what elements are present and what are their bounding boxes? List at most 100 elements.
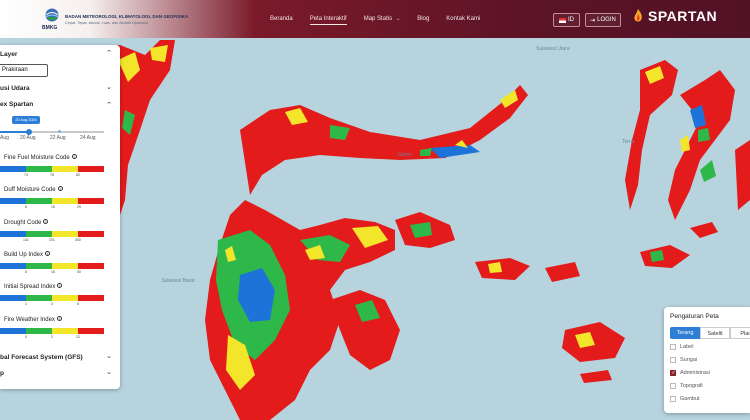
- map-label-sulawesi-utara: Sulawesi Utara: [536, 46, 570, 52]
- nav-map-statis[interactable]: Map Statis ⌄: [364, 14, 401, 24]
- chevron-down-icon[interactable]: ⌄: [106, 352, 112, 360]
- nav-kontak-kami[interactable]: Kontak Kami: [446, 14, 480, 24]
- index-legend-bar: [0, 328, 104, 334]
- legend-tick: 300: [75, 238, 81, 242]
- index-label: Build Up Index: [4, 252, 44, 258]
- legend-tick: 2: [51, 335, 53, 339]
- tab-plain[interactable]: Plai: [730, 327, 750, 339]
- section-polusi-udara[interactable]: usi Udara: [0, 85, 30, 92]
- section-gfs[interactable]: bal Forecast System (GFS): [0, 354, 83, 361]
- checkbox[interactable]: [670, 396, 676, 402]
- agency-name: BADAN METEOROLOGI, KLIMATOLOGI, DAN GEOF…: [65, 14, 189, 19]
- legend-tick: 6: [25, 205, 27, 209]
- option-text: Topografi: [680, 383, 703, 389]
- checkbox[interactable]: [670, 383, 676, 389]
- index-label: Fine Fuel Moisture Code: [4, 155, 70, 161]
- checkbox[interactable]: [670, 357, 676, 363]
- north-sulawesi-arm: [240, 85, 528, 195]
- slider-date-label: 24 Aug: [80, 135, 96, 141]
- language-label: ID: [568, 17, 574, 23]
- spartan-brand[interactable]: SPARTAN: [632, 8, 717, 24]
- map-settings-panel: Pengaturan Peta Terang Satelit Plai Labe…: [664, 307, 750, 413]
- chevron-down-icon[interactable]: ⌄: [106, 83, 112, 91]
- info-icon[interactable]: i: [57, 283, 63, 288]
- checkbox-checked[interactable]: [670, 370, 676, 376]
- section-index-spartan[interactable]: ex Spartan: [0, 101, 33, 108]
- map-label-gorontalo: Goron: [398, 152, 412, 158]
- legend-tick: 73: [24, 173, 28, 177]
- chevron-up-icon[interactable]: ⌃: [106, 49, 112, 57]
- date-bubble: 20 Aug 2024: [12, 116, 40, 124]
- legend-tick: 12: [76, 335, 80, 339]
- legend-tick: 78: [50, 173, 54, 177]
- indonesia-flag-icon: [559, 17, 566, 23]
- slider-date-label: Aug: [0, 135, 9, 141]
- chevron-up-icon[interactable]: ⌃: [106, 101, 112, 109]
- info-icon[interactable]: i: [45, 251, 51, 256]
- agency-tagline: Cepat, Tepat, Akurat, Luas, dan Mudah Di…: [65, 21, 149, 25]
- map-label-sulawesi-barat: Sulawesi Barat: [161, 278, 195, 284]
- index-label: Duff Moisture Code: [4, 187, 56, 193]
- chevron-down-icon[interactable]: ⌄: [106, 368, 112, 376]
- index-name: Drought Code i: [4, 219, 49, 226]
- settings-title: Pengaturan Peta: [670, 313, 719, 320]
- layer-select[interactable]: Prakiraan: [0, 64, 48, 77]
- index-label: Fire Weather Index: [4, 317, 55, 323]
- nav-peta-interaktif[interactable]: Peta Interaktif: [309, 14, 347, 25]
- language-button[interactable]: ID: [553, 13, 580, 27]
- bmkg-logo-label: BMKG: [42, 25, 58, 31]
- option-text: Gambut: [680, 396, 700, 402]
- legend-tick: 82: [76, 173, 80, 177]
- slider-tick: [58, 130, 61, 133]
- spartan-flame-icon: [634, 9, 642, 22]
- index-legend-bar: [0, 198, 104, 204]
- info-icon[interactable]: i: [56, 316, 62, 321]
- index-name: Duff Moisture Code i: [4, 186, 63, 193]
- login-button[interactable]: ⇥ LOGIN: [585, 13, 621, 27]
- legend-tick: 16: [51, 270, 55, 274]
- nav-map-statis-label: Map Statis: [363, 16, 393, 22]
- nav-beranda[interactable]: Beranda: [270, 14, 293, 24]
- option-topografi[interactable]: Topografi: [670, 383, 703, 389]
- info-icon[interactable]: i: [43, 219, 49, 224]
- info-icon[interactable]: i: [71, 154, 77, 159]
- index-label: Drought Code: [4, 220, 42, 226]
- layer-title: Layer: [0, 51, 18, 58]
- legend-tick: 0: [25, 335, 27, 339]
- login-icon: ⇥: [590, 17, 596, 24]
- option-gambut[interactable]: Gambut: [670, 396, 700, 402]
- index-name: Fine Fuel Moisture Code i: [4, 154, 77, 161]
- legend-tick: 141: [23, 238, 29, 242]
- legend-tick: 3: [51, 302, 53, 306]
- tab-satelit[interactable]: Satelit: [700, 327, 730, 339]
- top-navbar: BMKG BADAN METEOROLOGI, KLIMATOLOGI, DAN…: [0, 0, 750, 38]
- login-label: LOGIN: [597, 17, 616, 23]
- layer-panel: Layer ⌃ Prakiraan usi Udara ⌄ ex Spartan…: [0, 45, 120, 389]
- nav-blog[interactable]: Blog: [417, 14, 429, 24]
- section-map[interactable]: p: [0, 370, 4, 377]
- option-text: Administrasi: [680, 370, 710, 376]
- option-text: Label: [680, 344, 694, 350]
- checkbox[interactable]: [670, 344, 676, 350]
- date-slider-fill: [0, 131, 28, 133]
- legend-tick: 201: [49, 238, 55, 242]
- info-icon[interactable]: i: [57, 186, 63, 191]
- legend-tick: 30: [77, 270, 81, 274]
- legend-tick: 6: [77, 302, 79, 306]
- bmkg-logo-icon[interactable]: [42, 8, 62, 22]
- legend-tick: 15: [51, 205, 55, 209]
- index-legend-bar: [0, 166, 104, 172]
- spartan-logo-text: SPARTAN: [648, 8, 718, 24]
- tab-terang[interactable]: Terang: [670, 327, 700, 339]
- option-sungai[interactable]: Sungai: [670, 357, 697, 363]
- index-label: Initial Spread Index: [4, 284, 56, 290]
- option-administrasi[interactable]: Administrasi: [670, 370, 710, 376]
- slider-date-label: 22 Aug: [50, 135, 66, 141]
- index-legend-bar: [0, 295, 104, 301]
- legend-tick: 29: [77, 205, 81, 209]
- index-name: Build Up Index i: [4, 251, 51, 258]
- chevron-down-icon: ⌄: [396, 16, 401, 22]
- index-name: Initial Spread Index i: [4, 283, 63, 290]
- option-label[interactable]: Label: [670, 344, 693, 350]
- slider-date-label: 20 Aug: [20, 135, 36, 141]
